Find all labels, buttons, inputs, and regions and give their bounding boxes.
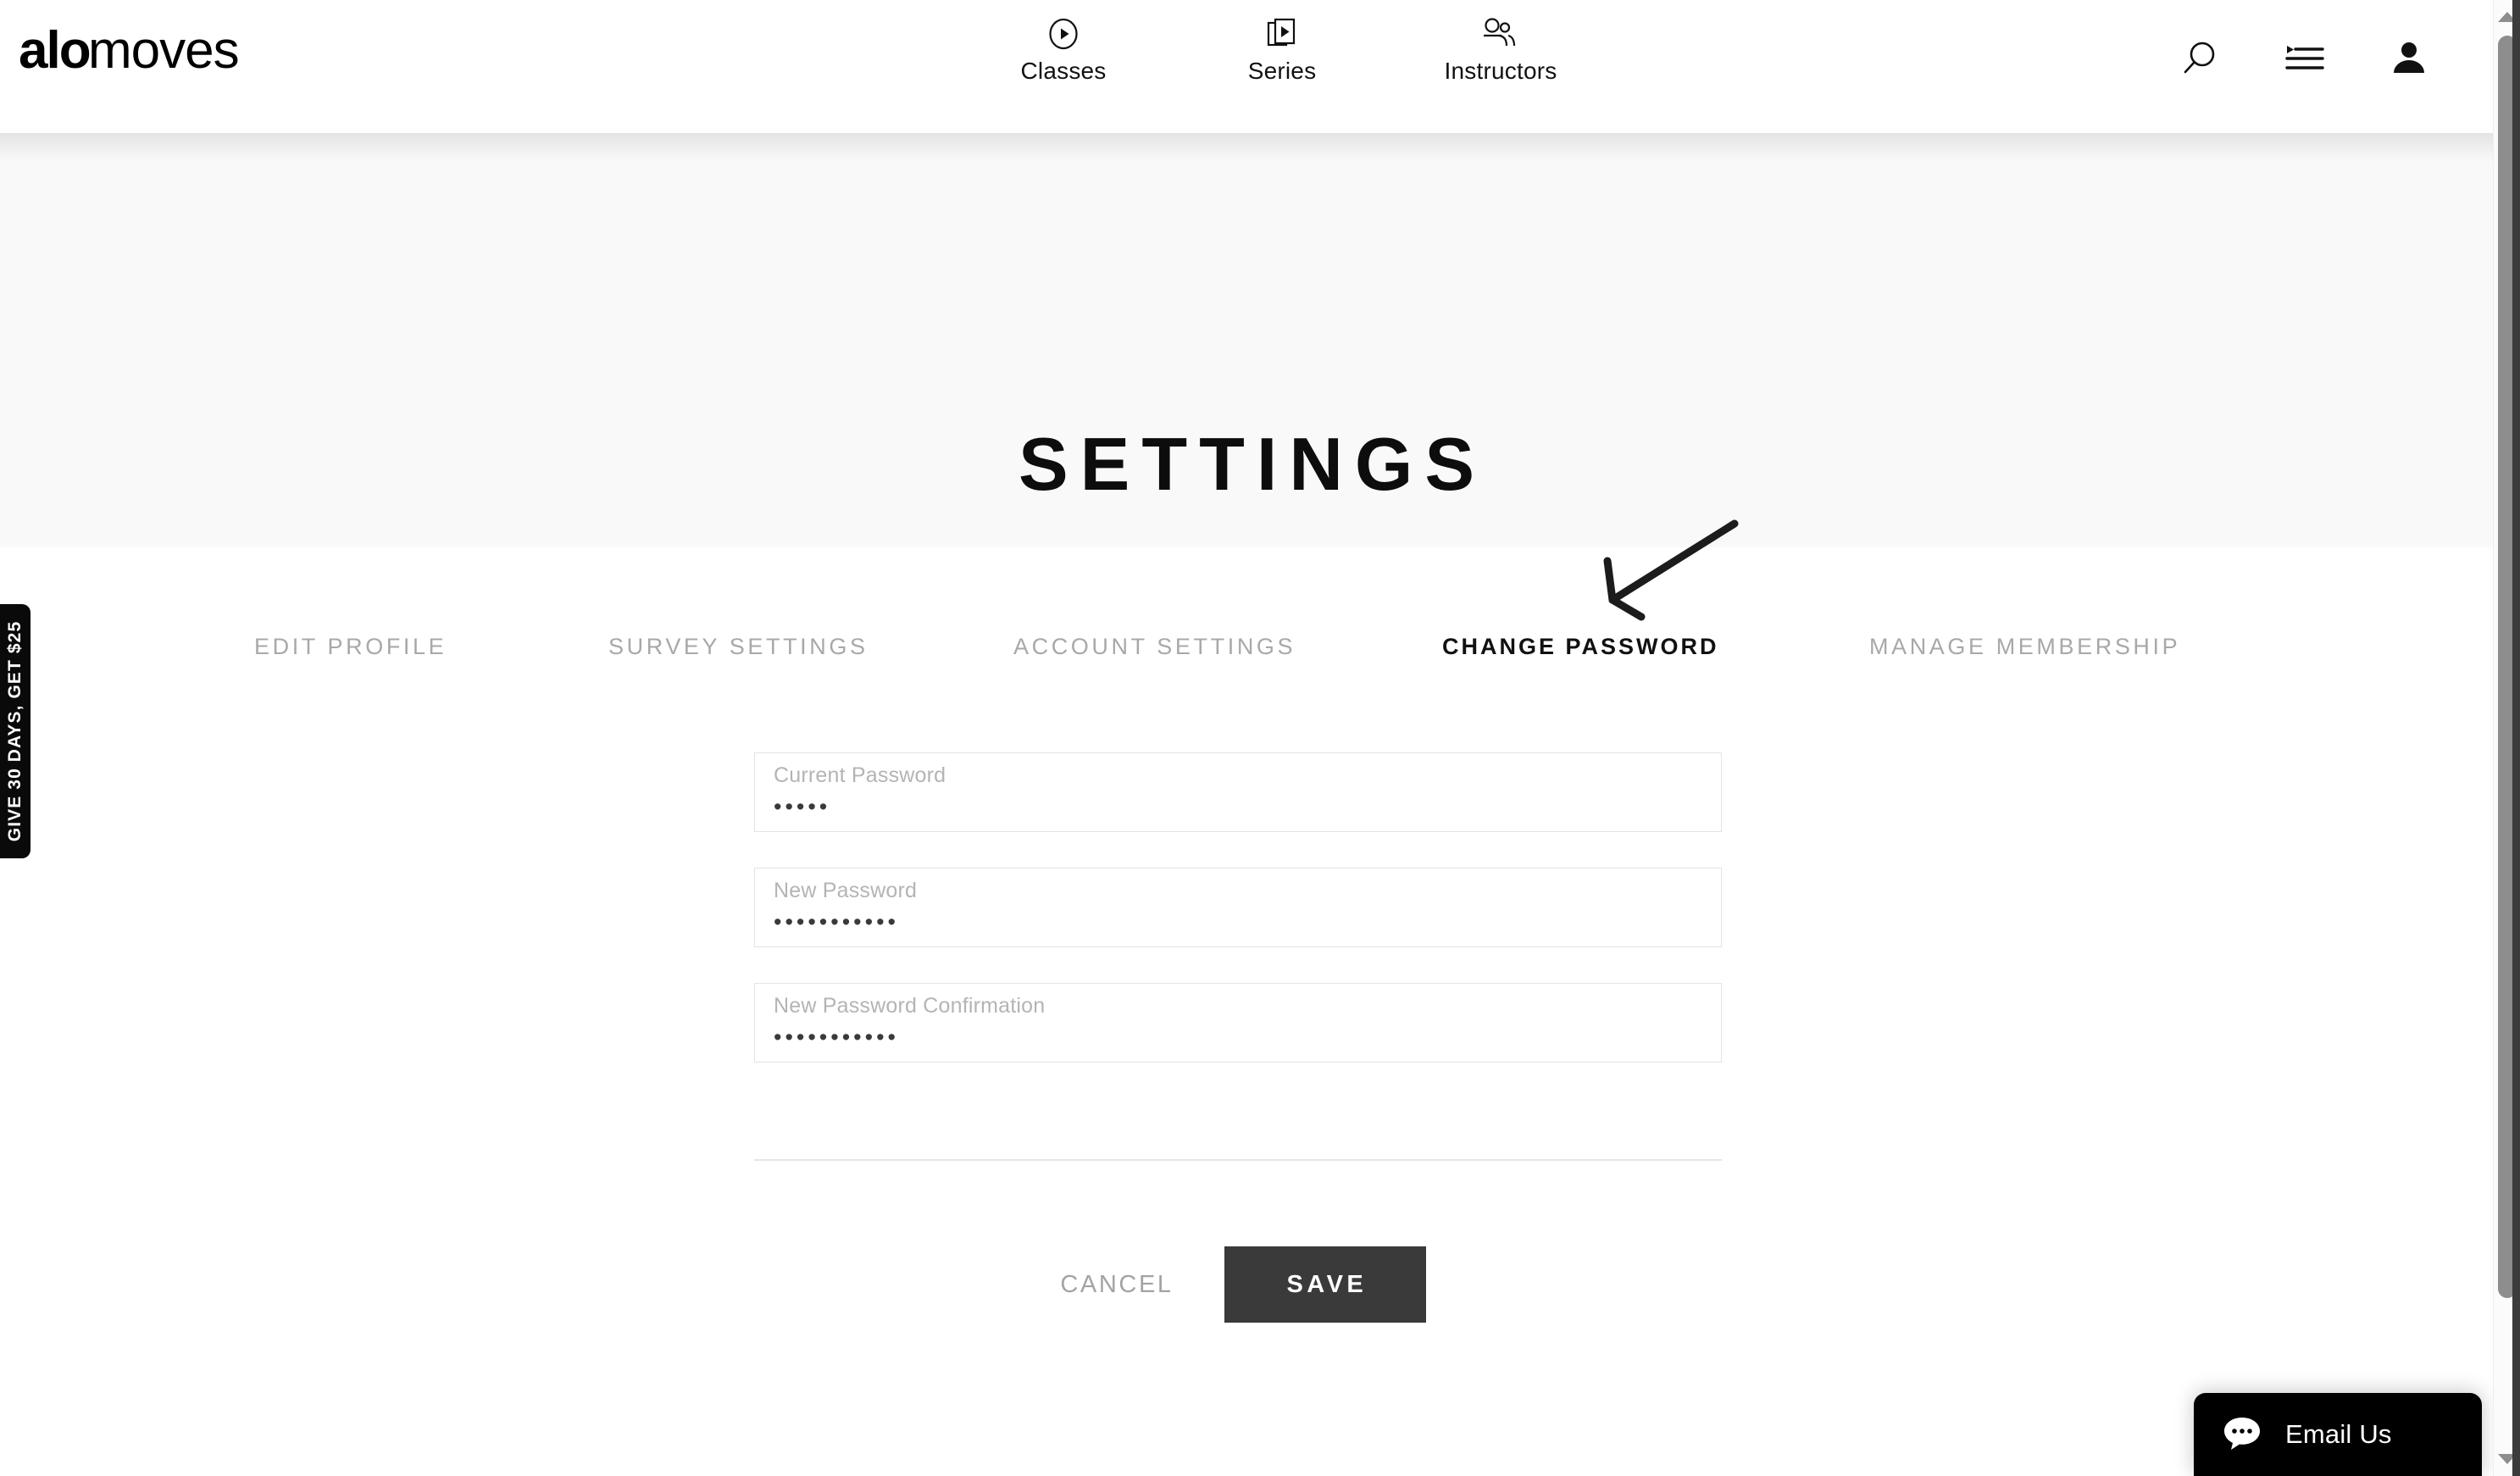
referral-promo-tab[interactable]: GIVE 30 DAYS, GET $25 [0,604,31,858]
account-avatar-icon[interactable] [2390,39,2428,78]
nav-item-classes[interactable]: Classes [1000,15,1127,83]
cancel-button[interactable]: CANCEL [1050,1254,1183,1316]
browser-window-edge [2512,0,2520,1476]
chat-bubble-icon [2223,1414,2262,1456]
tab-change-password[interactable]: CHANGE PASSWORD [1442,632,1719,661]
logo-light-text: moves [88,25,239,80]
settings-tab-bar: EDIT PROFILE SURVEY SETTINGS ACCOUNT SET… [0,632,2493,683]
new-password-confirmation-label: New Password Confirmation [774,994,1046,1018]
email-us-chat-button[interactable]: Email Us [2194,1393,2482,1476]
tab-survey-settings[interactable]: SURVEY SETTINGS [608,632,869,661]
hero-section: SETTINGS [0,133,2493,547]
referral-promo-label: GIVE 30 DAYS, GET $25 [5,620,25,842]
alomoves-logo[interactable]: alo moves [19,21,315,80]
new-password-confirmation-field[interactable]: New Password Confirmation ••••••••••• [754,983,1722,1063]
chat-label: Email Us [2285,1419,2392,1449]
tab-account-settings[interactable]: ACCOUNT SETTINGS [1013,632,1296,661]
form-actions: CANCEL SAVE [754,1246,1722,1323]
logo-bold-text: alo [19,25,90,80]
nav-label-series: Series [1247,58,1317,84]
page-title: SETTINGS [1018,422,1487,506]
tab-edit-profile[interactable]: EDIT PROFILE [254,632,447,661]
nav-label-classes: Classes [1020,58,1107,84]
current-password-label: Current Password [774,763,946,787]
logo-svg: alo moves [19,21,240,80]
new-password-confirmation-value[interactable]: ••••••••••• [774,1024,899,1050]
header-actions [2181,39,2428,78]
current-password-value[interactable]: ••••• [774,794,830,819]
site-header: alo moves Classes Series Instructors [0,0,2493,133]
save-button[interactable]: SAVE [1224,1246,1426,1323]
play-circle-icon [1046,15,1081,53]
page-root: alo moves Classes Series Instructors SET… [0,0,2520,1476]
playlist-menu-icon[interactable] [2284,41,2326,76]
search-icon[interactable] [2181,39,2220,78]
current-password-field[interactable]: Current Password ••••• [754,752,1722,832]
tab-manage-membership[interactable]: MANAGE MEMBERSHIP [1869,632,2180,661]
people-icon [1481,15,1520,53]
nav-item-series[interactable]: Series [1218,15,1346,83]
video-stack-icon [1264,15,1300,53]
new-password-label: New Password [774,879,918,902]
nav-label-instructors: Instructors [1444,58,1557,84]
new-password-value[interactable]: ••••••••••• [774,909,899,935]
change-password-form: Current Password ••••• New Password ••••… [754,752,1722,1098]
new-password-field[interactable]: New Password ••••••••••• [754,868,1722,947]
form-divider [754,1159,1722,1161]
primary-navigation: Classes Series Instructors [1000,15,1564,83]
nav-item-instructors[interactable]: Instructors [1437,15,1564,83]
